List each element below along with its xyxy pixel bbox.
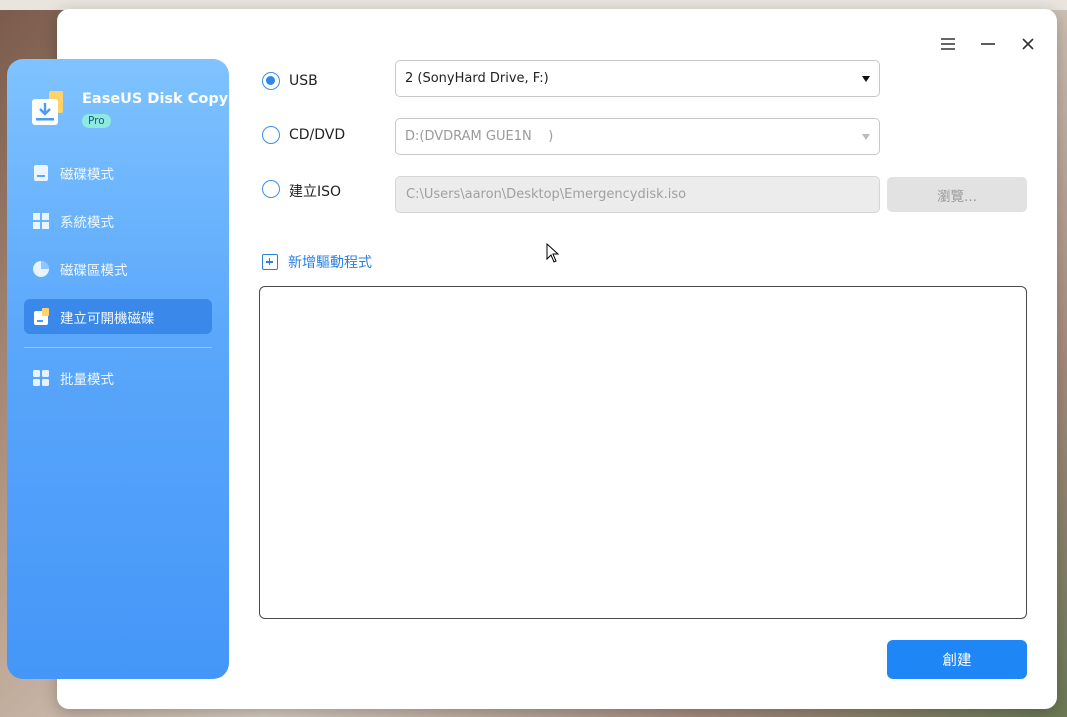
cd-dvd-label: CD/DVD — [289, 127, 346, 143]
windows-icon — [33, 212, 49, 229]
cd-dvd-device-select[interactable]: D:(DVDRAM GUE1N ) — [395, 118, 880, 155]
sidebar-item-label: 建立可開機磁碟 — [60, 310, 155, 327]
sidebar-item-batch-mode[interactable]: 批量模式 — [24, 360, 212, 395]
usb-label: USB — [289, 73, 318, 89]
close-icon[interactable] — [1017, 33, 1039, 55]
sidebar-divider — [24, 347, 212, 348]
minimize-icon[interactable] — [977, 33, 999, 55]
menu-icon[interactable] — [937, 33, 959, 55]
create-button[interactable]: 創建 — [887, 640, 1027, 679]
sidebar-item-bootable-disk[interactable]: 建立可開機磁碟 — [24, 299, 212, 334]
driver-list-box[interactable] — [259, 286, 1027, 619]
usb-device-select[interactable]: 2 (SonyHard Drive, F:) — [395, 60, 880, 97]
plus-square-icon — [262, 254, 278, 270]
browse-button[interactable]: 瀏覽... — [887, 177, 1027, 212]
edition-badge: Pro — [82, 114, 111, 128]
sidebar: EaseUS Disk Copy Pro 磁碟模式 系統模式 磁碟區模式 建立可… — [7, 59, 229, 679]
sidebar-item-label: 系統模式 — [60, 214, 114, 231]
app-name: EaseUS Disk Copy — [82, 91, 229, 107]
app-logo-icon — [32, 91, 63, 125]
pie-chart-icon — [33, 260, 49, 277]
iso-path-value: C:\Users\aaron\Desktop\Emergencydisk.iso — [406, 187, 687, 202]
mouse-cursor-icon — [546, 243, 560, 263]
add-driver-label: 新增驅動程式 — [288, 255, 372, 271]
sidebar-item-label: 磁碟模式 — [60, 166, 114, 183]
create-iso-radio[interactable] — [262, 180, 280, 198]
chevron-down-icon — [862, 134, 870, 140]
add-driver-button[interactable]: 新增驅動程式 — [262, 252, 372, 272]
usb-radio[interactable] — [262, 72, 280, 90]
chevron-down-icon — [862, 76, 870, 82]
sidebar-item-label: 磁碟區模式 — [60, 262, 128, 279]
cd-dvd-device-value: D:(DVDRAM GUE1N ) — [405, 129, 554, 144]
grid-icon — [33, 369, 49, 386]
create-iso-label: 建立ISO — [289, 184, 342, 200]
disk-icon — [34, 164, 48, 181]
sidebar-item-label: 批量模式 — [60, 371, 114, 388]
usb-device-value: 2 (SonyHard Drive, F:) — [405, 71, 549, 86]
sidebar-item-partition-mode[interactable]: 磁碟區模式 — [24, 251, 212, 286]
sidebar-item-system-mode[interactable]: 系統模式 — [24, 203, 212, 238]
iso-path-field[interactable]: C:\Users\aaron\Desktop\Emergencydisk.iso — [395, 176, 880, 213]
bootable-disk-icon — [34, 307, 49, 325]
cd-dvd-radio[interactable] — [262, 126, 280, 144]
sidebar-item-disk-mode[interactable]: 磁碟模式 — [24, 155, 212, 190]
